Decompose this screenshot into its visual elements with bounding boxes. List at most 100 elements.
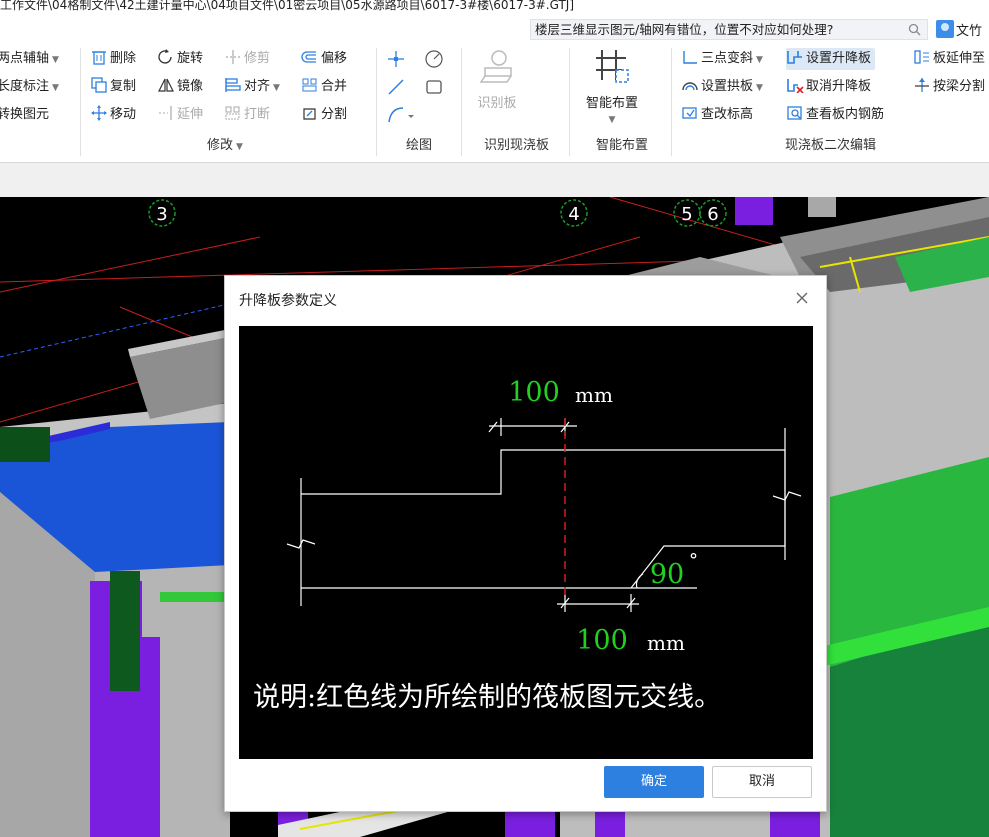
move-button[interactable]: 移动 [90,104,136,126]
search-input-text: 楼层三维显示图元/轴网有错位，位置不对应如何处理? [535,22,834,37]
ribbon-item-length-dimension[interactable]: 长度标注 ▼ [0,76,59,98]
identify-slab-label: 识别板 [477,96,517,111]
offset-button[interactable]: 偏移 [301,48,347,70]
diagram-note: 说明:红色线为所绘制的筏板图元交线。 [253,682,721,713]
chevron-down-icon: ▼ [52,55,59,65]
ribbon: 两点辅轴 ▼ 长度标注 ▼ 转换图元 删除 旋转 修剪 偏移 复制 镜像 对齐 ▼ 合… [0,42,989,163]
copy-icon [91,77,107,93]
set-raise-lower-slab-button[interactable]: 设置升降板 [786,48,876,70]
rotate-button[interactable]: 旋转 [157,48,203,70]
line-tool-icon[interactable] [388,79,404,95]
three-point-slope-icon [683,51,697,64]
offset-icon [301,51,316,63]
ribbon-item-label: 两点辅轴 [0,51,50,66]
mirror-button[interactable]: 镜像 [157,76,203,98]
group-label-draw: 绘图 [405,138,432,153]
set-arch-slab-button[interactable]: 设置拱板 ▼ [681,76,763,98]
merge-button[interactable]: 合并 [301,76,347,98]
merge-icon [302,78,317,92]
trim-label: 修剪 [244,51,271,66]
split-button[interactable]: 分割 [301,104,347,126]
axis-marker-6: 6 [699,199,727,227]
close-icon[interactable] [794,290,810,306]
bottom-offset-value: 100 [576,625,628,656]
delete-label: 删除 [110,51,137,66]
group-label-modify[interactable]: 修改 ▼ [160,136,290,156]
copy-button[interactable]: 复制 [90,76,136,98]
three-point-slope-label: 三点变斜 [701,51,754,66]
top-offset-unit: mm [575,383,613,407]
trim-button[interactable]: 修剪 [224,48,270,70]
chevron-down-icon: ▼ [273,83,280,93]
offset-label: 偏移 [321,51,348,66]
dialog-title: 升降板参数定义 [239,293,337,309]
cancel-raise-lower-slab-button[interactable]: 取消升降板 [786,76,871,98]
chevron-down-icon: ▼ [236,142,243,152]
break-label: 打断 [244,107,271,122]
axis-marker-3: 3 [148,199,176,227]
cancel-raise-lower-slab-label: 取消升降板 [806,79,872,94]
svg-text:5: 5 [681,204,692,225]
chevron-down-icon: ▼ [52,83,59,93]
align-button[interactable]: 对齐 ▼ [224,76,280,98]
raise-lower-slab-dialog: 升降板参数定义 100 mm 90 ° 100 mm 说明:红色线为所绘制的筏板… [224,275,827,812]
ribbon-item-two-point-aux-axis[interactable]: 两点辅轴 ▼ [0,48,59,70]
split-by-beam-button[interactable]: 按梁分割 [913,76,985,98]
window-title: 工作文件\04格制文件\42土建计量中心\04项目文件\01密云项目\05水源路… [0,0,989,14]
search-icon[interactable] [908,23,921,36]
bottom-offset-unit: mm [647,631,685,655]
smart-layout-icon [596,50,629,83]
trim-icon [226,50,240,64]
ribbon-separator [461,48,462,156]
svg-text:4: 4 [568,204,579,225]
svg-text:3: 3 [156,204,167,225]
split-label: 分割 [321,107,348,122]
ribbon-item-label: 长度标注 [0,79,50,94]
axis-marker-4: 4 [560,199,588,227]
extend-label: 延伸 [177,107,204,122]
ribbon-separator [80,48,81,156]
slab-extend-button[interactable]: 板延伸至 [913,48,985,70]
group-label-slab-edit: 现浇板二次编辑 [784,138,876,153]
check-elevation-button[interactable]: 查改标高 [681,104,753,126]
ribbon-item-label: 转换图元 [0,107,50,122]
extend-icon [159,106,172,120]
cancel-raise-lower-icon [787,79,804,93]
copy-label: 复制 [110,79,137,94]
point-tool-icon[interactable] [388,51,404,67]
align-label: 对齐 [244,79,271,94]
align-icon [225,78,241,92]
search-input[interactable]: 楼层三维显示图元/轴网有错位，位置不对应如何处理? [530,19,928,40]
merge-label: 合并 [321,79,348,94]
split-by-beam-icon [915,78,929,92]
cancel-button[interactable]: 取消 [712,766,812,798]
ribbon-item-convert-element[interactable]: 转换图元 [0,104,49,126]
extend-button[interactable]: 延伸 [157,104,203,126]
view-slab-rebar-button[interactable]: 查看板内钢筋 [786,104,884,126]
ok-button[interactable]: 确定 [604,766,704,798]
break-button[interactable]: 打断 [224,104,270,126]
top-offset-value: 100 [508,377,560,408]
smart-layout-button[interactable]: 智能布置 ▼ [575,46,649,126]
slab-profile-diagram: 100 mm 90 ° 100 mm 说明:红色线为所绘制的筏板图元交线。 [239,326,813,759]
angle-value: 90 [650,559,684,590]
identify-slab-button[interactable]: 识别板 [465,46,529,111]
rotate-icon [158,49,172,64]
ribbon-separator [569,48,570,156]
slab-extend-label: 板延伸至 [933,51,986,66]
rectangle-tool-icon[interactable] [426,80,442,94]
group-label-smart: 智能布置 [595,138,648,153]
three-point-slope-button[interactable]: 三点变斜 ▼ [681,48,763,70]
delete-button[interactable]: 删除 [90,48,136,70]
split-icon [303,108,316,120]
slab-profile-drawing: 100 mm 90 ° 100 mm 说明:红色线为所绘制的筏板图元交线。 [253,377,802,713]
arc-tool-icon[interactable] [388,107,414,123]
check-elevation-label: 查改标高 [701,107,754,122]
break-icon [225,106,240,120]
user-menu[interactable]: 文竹 [934,18,989,40]
identify-slab-icon [479,50,512,83]
dimension-tool-icon[interactable] [425,50,443,68]
chevron-down-icon: ▼ [756,55,763,65]
angle-unit: ° [689,550,698,571]
view-rebar-icon [787,106,802,120]
